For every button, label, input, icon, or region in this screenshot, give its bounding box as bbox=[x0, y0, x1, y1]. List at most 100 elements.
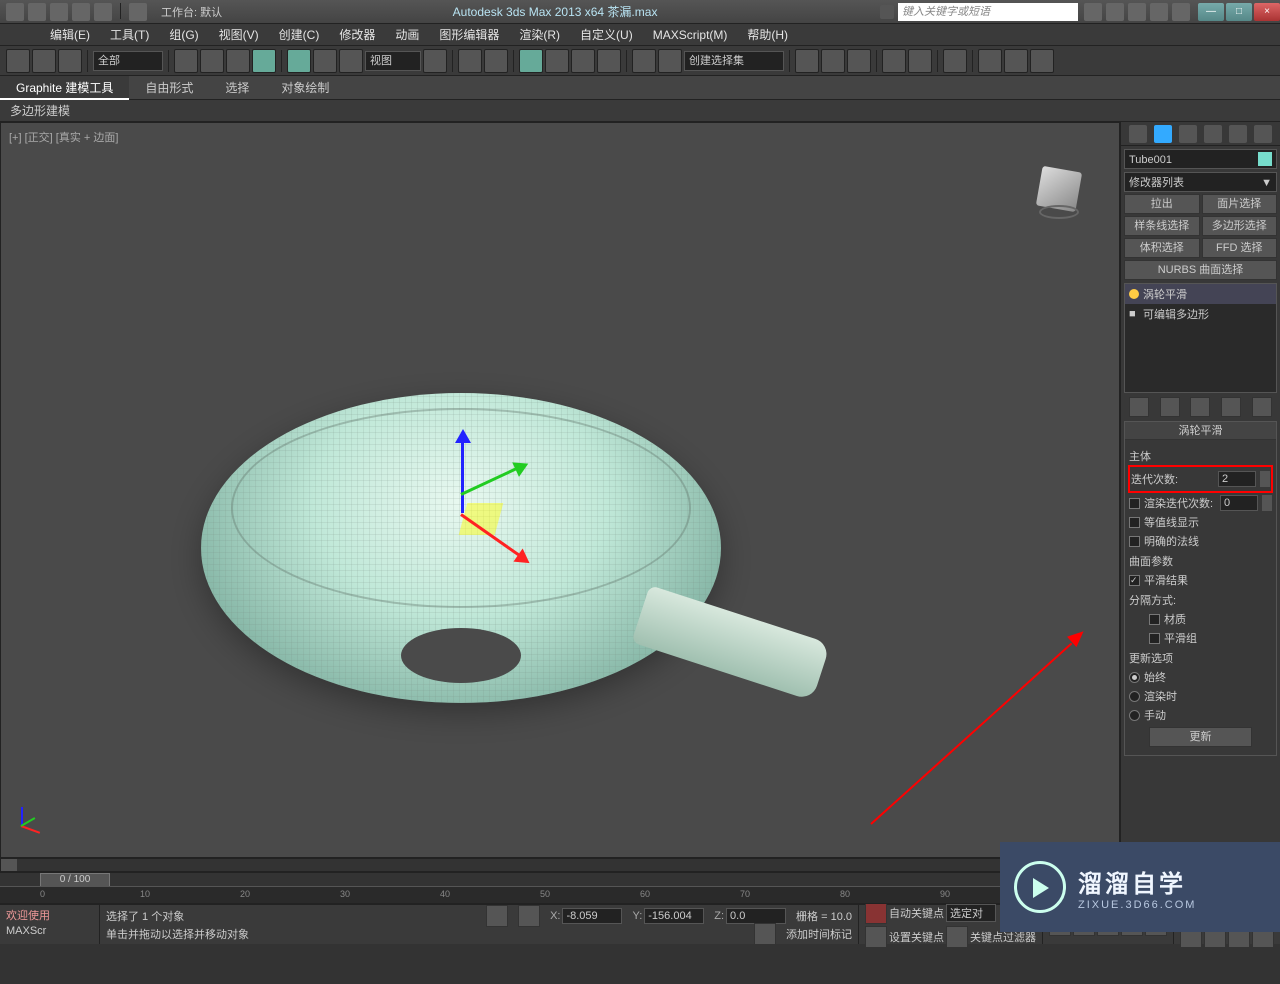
tab-graphite[interactable]: Graphite 建模工具 bbox=[0, 76, 129, 100]
ref-coord-system[interactable]: 视图 bbox=[365, 51, 421, 71]
object-color-swatch[interactable] bbox=[1258, 152, 1272, 166]
abs-rel-icon[interactable] bbox=[518, 905, 540, 927]
link-icon[interactable] bbox=[129, 3, 147, 21]
hierarchy-tab-icon[interactable] bbox=[1179, 125, 1197, 143]
snap-icon[interactable] bbox=[519, 49, 543, 73]
mod-btn-extrude[interactable]: 拉出 bbox=[1124, 194, 1200, 214]
autokey-button[interactable] bbox=[865, 902, 887, 924]
y-input[interactable]: -156.004 bbox=[644, 908, 704, 924]
search-icon[interactable] bbox=[880, 5, 894, 19]
menu-customize[interactable]: 自定义(U) bbox=[570, 26, 643, 43]
timetag-icon[interactable] bbox=[754, 923, 776, 945]
angle-snap-icon[interactable] bbox=[545, 49, 569, 73]
menu-grapheditors[interactable]: 图形编辑器 bbox=[429, 26, 509, 43]
align-icon[interactable] bbox=[821, 49, 845, 73]
menu-rendering[interactable]: 渲染(R) bbox=[509, 26, 570, 43]
keymode-icon[interactable] bbox=[484, 49, 508, 73]
pin-stack-icon[interactable] bbox=[1129, 397, 1149, 417]
undo-icon[interactable] bbox=[72, 3, 90, 21]
curve-editor-icon[interactable] bbox=[882, 49, 906, 73]
mod-btn-ffdsel[interactable]: FFD 选择 bbox=[1202, 238, 1278, 258]
signin-icon[interactable] bbox=[1128, 3, 1146, 21]
rotate-icon[interactable] bbox=[313, 49, 337, 73]
modifier-list-dropdown[interactable]: 修改器列表▼ bbox=[1124, 172, 1277, 192]
update-button[interactable]: 更新 bbox=[1149, 727, 1252, 747]
exchange-icon[interactable] bbox=[1150, 3, 1168, 21]
move-icon[interactable] bbox=[287, 49, 311, 73]
mod-btn-polysel[interactable]: 多边形选择 bbox=[1202, 216, 1278, 236]
mod-btn-splinesel[interactable]: 样条线选择 bbox=[1124, 216, 1200, 236]
select-name-icon[interactable] bbox=[200, 49, 224, 73]
pivot-icon[interactable] bbox=[423, 49, 447, 73]
named-sel-icon[interactable] bbox=[632, 49, 656, 73]
selection-filter[interactable]: 全部 bbox=[93, 51, 163, 71]
remove-mod-icon[interactable] bbox=[1221, 397, 1241, 417]
stack-item-editpoly[interactable]: ■ 可编辑多边形 bbox=[1125, 304, 1276, 324]
close-button[interactable]: × bbox=[1254, 3, 1280, 21]
open-icon[interactable] bbox=[28, 3, 46, 21]
render-icon[interactable] bbox=[1030, 49, 1054, 73]
window-crossing-icon[interactable] bbox=[252, 49, 276, 73]
viewport-label[interactable]: [+] [正交] [真实 + 边面] bbox=[9, 129, 118, 145]
setkey-button[interactable] bbox=[865, 926, 887, 948]
move-gizmo[interactable] bbox=[441, 433, 561, 593]
render-frame-icon[interactable] bbox=[1004, 49, 1028, 73]
mod-btn-patchsel[interactable]: 面片选择 bbox=[1202, 194, 1278, 214]
modifier-stack[interactable]: 涡轮平滑 ■ 可编辑多边形 bbox=[1124, 283, 1277, 393]
spinner-snap-icon[interactable] bbox=[597, 49, 621, 73]
keymode-dropdown[interactable]: 选定对 bbox=[946, 904, 996, 922]
axis-z[interactable] bbox=[461, 433, 464, 513]
named-sel-icon2[interactable] bbox=[658, 49, 682, 73]
create-tab-icon[interactable] bbox=[1129, 125, 1147, 143]
stack-item-turbosmooth[interactable]: 涡轮平滑 bbox=[1125, 284, 1276, 304]
iterations-spinner[interactable]: 2 bbox=[1218, 471, 1256, 487]
maximize-button[interactable]: □ bbox=[1226, 3, 1252, 21]
lock-icon[interactable] bbox=[486, 905, 508, 927]
motion-tab-icon[interactable] bbox=[1204, 125, 1222, 143]
search-input[interactable]: 键入关键字或短语 bbox=[898, 3, 1078, 21]
onrender-radio[interactable] bbox=[1129, 691, 1140, 702]
mod-btn-volsel[interactable]: 体积选择 bbox=[1124, 238, 1200, 258]
utilities-tab-icon[interactable] bbox=[1254, 125, 1272, 143]
mirror-icon[interactable] bbox=[795, 49, 819, 73]
minimize-button[interactable]: — bbox=[1198, 3, 1224, 21]
link-icon[interactable] bbox=[6, 49, 30, 73]
unique-icon[interactable] bbox=[1190, 397, 1210, 417]
infocenter-icon[interactable] bbox=[1084, 3, 1102, 21]
normals-checkbox[interactable] bbox=[1129, 536, 1140, 547]
smooth-result-checkbox[interactable] bbox=[1129, 575, 1140, 586]
menu-views[interactable]: 视图(V) bbox=[209, 26, 269, 43]
scroll-left-icon[interactable] bbox=[1, 859, 17, 871]
viewport[interactable]: [+] [正交] [真实 + 边面] bbox=[0, 122, 1120, 858]
x-input[interactable]: -8.059 bbox=[562, 908, 622, 924]
spinner-buttons[interactable] bbox=[1260, 471, 1270, 487]
mod-btn-nurbs[interactable]: NURBS 曲面选择 bbox=[1124, 260, 1277, 280]
tab-paint[interactable]: 对象绘制 bbox=[265, 76, 345, 100]
bulb-icon[interactable] bbox=[1129, 289, 1139, 299]
menu-help[interactable]: 帮助(H) bbox=[737, 26, 798, 43]
time-slider[interactable]: 0 / 100 bbox=[40, 873, 110, 887]
always-radio[interactable] bbox=[1129, 672, 1140, 683]
object-name-field[interactable]: Tube001 bbox=[1124, 149, 1277, 169]
tab-selection[interactable]: 选择 bbox=[209, 76, 265, 100]
menu-modifiers[interactable]: 修改器 bbox=[329, 26, 385, 43]
display-tab-icon[interactable] bbox=[1229, 125, 1247, 143]
tab-freeform[interactable]: 自由形式 bbox=[129, 76, 209, 100]
render-iter-checkbox[interactable] bbox=[1129, 498, 1140, 509]
menu-edit[interactable]: 编辑(E) bbox=[40, 26, 100, 43]
ribbon-sub[interactable]: 多边形建模 bbox=[0, 100, 1280, 122]
named-selection-set[interactable]: 创建选择集 bbox=[684, 51, 784, 71]
spinner-buttons[interactable] bbox=[1262, 495, 1272, 511]
new-icon[interactable] bbox=[6, 3, 24, 21]
menu-animation[interactable]: 动画 bbox=[385, 26, 429, 43]
modify-tab-icon[interactable] bbox=[1154, 125, 1172, 143]
percent-snap-icon[interactable] bbox=[571, 49, 595, 73]
menu-create[interactable]: 创建(C) bbox=[269, 26, 330, 43]
menu-maxscript[interactable]: MAXScript(M) bbox=[643, 28, 738, 42]
workbench-label[interactable]: 工作台: 默认 bbox=[153, 4, 230, 20]
star-icon[interactable] bbox=[1106, 3, 1124, 21]
redo-icon[interactable] bbox=[94, 3, 112, 21]
manip-icon[interactable] bbox=[458, 49, 482, 73]
help-icon[interactable] bbox=[1172, 3, 1190, 21]
configure-icon[interactable] bbox=[1252, 397, 1272, 417]
